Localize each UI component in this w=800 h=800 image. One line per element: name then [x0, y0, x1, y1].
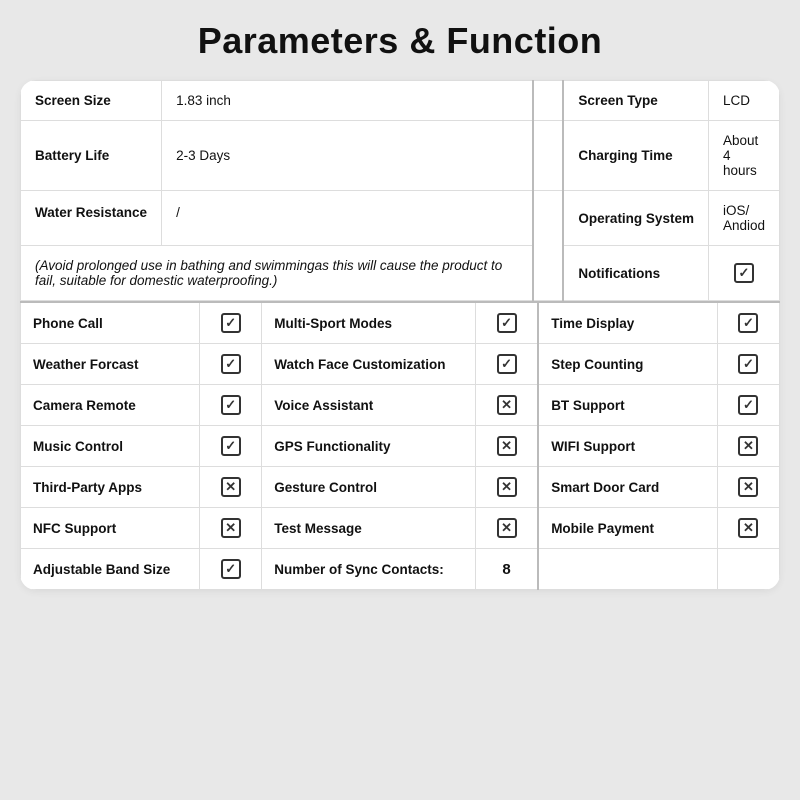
- feature-col1-check: ✕: [200, 467, 262, 508]
- feature-col2-label: Voice Assistant: [262, 385, 476, 426]
- params-row-water: Water Resistance / Operating System iOS/…: [21, 191, 780, 246]
- feature-col2-check: ✕: [475, 467, 538, 508]
- feature-col2-check: ✕: [475, 385, 538, 426]
- page-title: Parameters & Function: [198, 20, 603, 62]
- battery-life-value: 2-3 Days: [162, 121, 534, 191]
- check-icon: ✓: [497, 354, 517, 374]
- x-icon: ✕: [497, 518, 517, 538]
- x-icon: ✕: [738, 436, 758, 456]
- charging-time-value: About 4 hours: [708, 121, 779, 191]
- check-icon: ✓: [221, 395, 241, 415]
- x-icon: ✕: [738, 477, 758, 497]
- check-icon: ✓: [221, 354, 241, 374]
- notifications-check-icon: ✓: [734, 263, 754, 283]
- check-icon: ✓: [221, 313, 241, 333]
- feature-row-2: Camera Remote ✓ Voice Assistant ✕ BT Sup…: [21, 385, 780, 426]
- x-icon: ✕: [221, 477, 241, 497]
- check-icon: ✓: [497, 313, 517, 333]
- notifications-check: ✓: [708, 246, 779, 301]
- feature-col1-check: ✓: [200, 344, 262, 385]
- feature-col3-label: [538, 549, 717, 590]
- feature-col3-check: [717, 549, 779, 590]
- feature-col3-label: Mobile Payment: [538, 508, 717, 549]
- feature-row-6: Adjustable Band Size ✓ Number of Sync Co…: [21, 549, 780, 590]
- battery-life-label: Battery Life: [21, 121, 162, 191]
- feature-col1-check: ✕: [200, 508, 262, 549]
- params-row-battery: Battery Life 2-3 Days Charging Time Abou…: [21, 121, 780, 191]
- notifications-label: Notifications: [563, 246, 708, 301]
- feature-col3-check: ✕: [717, 508, 779, 549]
- feature-col2-check: ✕: [475, 426, 538, 467]
- x-icon: ✕: [497, 477, 517, 497]
- check-icon: ✓: [738, 354, 758, 374]
- feature-col2-label: Test Message: [262, 508, 476, 549]
- x-icon: ✕: [221, 518, 241, 538]
- operating-system-label: Operating System: [563, 191, 708, 246]
- check-icon: ✓: [221, 559, 241, 579]
- check-icon: ✓: [738, 313, 758, 333]
- feature-col3-check: ✕: [717, 426, 779, 467]
- feature-col2-label: Multi-Sport Modes: [262, 302, 476, 344]
- params-row-screen: Screen Size 1.83 inch Screen Type LCD: [21, 81, 780, 121]
- charging-time-label: Charging Time: [563, 121, 708, 191]
- feature-col1-label: Camera Remote: [21, 385, 200, 426]
- feature-col2-check: ✓: [475, 344, 538, 385]
- feature-row-4: Third-Party Apps ✕ Gesture Control ✕ Sma…: [21, 467, 780, 508]
- screen-type-label: Screen Type: [563, 81, 708, 121]
- operating-system-value: iOS/ Andiod: [708, 191, 779, 246]
- check-icon: ✓: [221, 436, 241, 456]
- feature-col3-label: Smart Door Card: [538, 467, 717, 508]
- screen-size-value: 1.83 inch: [162, 81, 534, 121]
- number-value: 8: [502, 561, 510, 578]
- x-icon: ✕: [738, 518, 758, 538]
- feature-col1-check: ✓: [200, 549, 262, 590]
- parameters-card: Screen Size 1.83 inch Screen Type LCD Ba…: [20, 80, 780, 590]
- feature-row-5: NFC Support ✕ Test Message ✕ Mobile Paym…: [21, 508, 780, 549]
- feature-col1-check: ✓: [200, 302, 262, 344]
- feature-col1-label: NFC Support: [21, 508, 200, 549]
- features-table: Phone Call ✓ Multi-Sport Modes ✓ Time Di…: [20, 301, 780, 590]
- params-row-note: (Avoid prolonged use in bathing and swim…: [21, 246, 780, 301]
- feature-col3-check: ✓: [717, 385, 779, 426]
- feature-col2-label: Gesture Control: [262, 467, 476, 508]
- feature-col1-label: Weather Forcast: [21, 344, 200, 385]
- feature-col3-check: ✓: [717, 302, 779, 344]
- feature-col2-check: ✕: [475, 508, 538, 549]
- water-resistance-label: Water Resistance: [21, 191, 162, 246]
- feature-row-3: Music Control ✓ GPS Functionality ✕ WIFI…: [21, 426, 780, 467]
- feature-col1-label: Music Control: [21, 426, 200, 467]
- feature-col3-check: ✕: [717, 467, 779, 508]
- feature-col1-label: Phone Call: [21, 302, 200, 344]
- feature-row-0: Phone Call ✓ Multi-Sport Modes ✓ Time Di…: [21, 302, 780, 344]
- x-icon: ✕: [497, 436, 517, 456]
- screen-size-label: Screen Size: [21, 81, 162, 121]
- feature-col2-check: 8: [475, 549, 538, 590]
- params-table: Screen Size 1.83 inch Screen Type LCD Ba…: [20, 80, 780, 301]
- feature-col3-check: ✓: [717, 344, 779, 385]
- feature-col3-label: WIFI Support: [538, 426, 717, 467]
- feature-col3-label: Step Counting: [538, 344, 717, 385]
- water-resistance-value: /: [162, 191, 534, 246]
- feature-col3-label: Time Display: [538, 302, 717, 344]
- feature-row-1: Weather Forcast ✓ Watch Face Customizati…: [21, 344, 780, 385]
- feature-col1-check: ✓: [200, 426, 262, 467]
- check-icon: ✓: [738, 395, 758, 415]
- feature-col2-check: ✓: [475, 302, 538, 344]
- x-icon: ✕: [497, 395, 517, 415]
- feature-col1-label: Third-Party Apps: [21, 467, 200, 508]
- screen-type-value: LCD: [708, 81, 779, 121]
- feature-col1-check: ✓: [200, 385, 262, 426]
- feature-col3-label: BT Support: [538, 385, 717, 426]
- feature-col2-label: GPS Functionality: [262, 426, 476, 467]
- feature-col2-label: Watch Face Customization: [262, 344, 476, 385]
- feature-col1-label: Adjustable Band Size: [21, 549, 200, 590]
- feature-col2-label: Number of Sync Contacts:: [262, 549, 476, 590]
- water-note: (Avoid prolonged use in bathing and swim…: [21, 246, 534, 301]
